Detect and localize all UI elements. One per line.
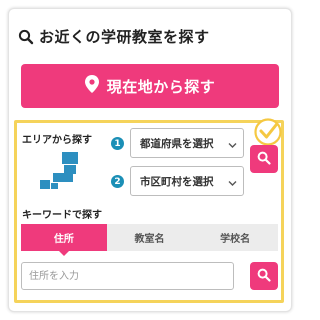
city-select[interactable]: 市区町村を選択: [130, 166, 244, 196]
area-search-button[interactable]: [250, 145, 278, 173]
chevron-down-icon: [228, 140, 237, 152]
tab-classroom-name[interactable]: 教室名: [107, 224, 193, 251]
tab-address[interactable]: 住所: [21, 224, 107, 256]
prefecture-select-value: 都道府県を選択: [140, 137, 214, 150]
location-pin-icon: [84, 75, 99, 97]
keyword-tabs: 住所 教室名 学校名: [21, 224, 278, 256]
step-badge-2: 2: [111, 175, 124, 188]
page-title: お近くの学研教室を探す: [39, 28, 210, 46]
prefecture-select[interactable]: 都道府県を選択: [130, 128, 244, 158]
search-icon: [257, 150, 271, 169]
chevron-down-icon: [228, 178, 237, 190]
city-select-value: 市区町村を選択: [140, 175, 214, 188]
current-location-button[interactable]: 現在地から探す: [21, 64, 279, 108]
address-input[interactable]: [21, 262, 234, 290]
current-location-label: 現在地から探す: [106, 77, 216, 96]
search-header: お近くの学研教室を探す: [18, 26, 210, 47]
tab-school-name[interactable]: 学校名: [192, 224, 278, 251]
search-icon: [18, 29, 34, 45]
keyword-search-button[interactable]: [250, 262, 278, 290]
step-badge-1: 1: [111, 137, 124, 150]
japan-map-icon: [40, 152, 92, 194]
keyword-search-label: キーワードで探す: [22, 210, 102, 221]
search-icon: [257, 267, 271, 286]
area-search-label: エリアから探す: [22, 135, 92, 146]
